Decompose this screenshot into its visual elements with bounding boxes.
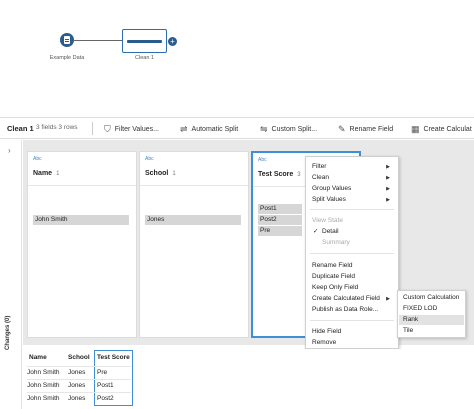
string-type-icon[interactable]: Abc	[258, 157, 267, 163]
add-step-button[interactable]: +	[168, 37, 177, 46]
menu-item-split-values[interactable]: Split Values ▶	[312, 195, 394, 205]
string-type-icon[interactable]: Abc	[145, 156, 154, 162]
field-name: Name 1	[33, 170, 60, 177]
expand-chevron-icon[interactable]: ›	[8, 146, 11, 155]
menu-item-duplicate-field[interactable]: Duplicate Field	[312, 272, 394, 282]
menu-separator	[310, 209, 394, 210]
value-bar[interactable]: John Smith	[33, 215, 129, 225]
value-bar[interactable]: Jones	[145, 215, 241, 225]
menu-separator	[310, 253, 394, 254]
step-toolbar: Clean 1 3 fields 3 rows ⛉ Filter Values.…	[0, 117, 474, 139]
value-bar[interactable]: Post1	[258, 204, 302, 214]
calculated-field-submenu: Custom Calculation FIXED LOD Rank Tile	[397, 290, 466, 338]
rename-icon: ✎	[338, 123, 346, 134]
menu-item-summary[interactable]: Summary	[312, 238, 394, 248]
submenu-item-custom-calculation[interactable]: Custom Calculation	[399, 293, 464, 303]
check-icon: ✓	[313, 228, 319, 235]
menu-item-create-calculated-field[interactable]: Create Calculated Field ▶	[312, 294, 394, 304]
submenu-arrow-icon: ▶	[386, 175, 390, 181]
menu-item-remove[interactable]: Remove	[312, 338, 394, 348]
grid-cell[interactable]: Post2	[97, 393, 114, 405]
automatic-split-label: Automatic Split	[191, 125, 239, 133]
toolbar-divider	[92, 122, 93, 135]
field-name: School 1	[145, 170, 176, 177]
menu-item-filter[interactable]: Filter ▶	[312, 162, 394, 172]
field-name: Test Score 3	[258, 171, 301, 178]
field-row-counts: 3 fields 3 rows	[36, 124, 78, 131]
rename-field-label: Rename Field	[349, 125, 394, 133]
card-divider	[140, 185, 248, 186]
menu-item-clean[interactable]: Clean ▶	[312, 173, 394, 183]
submenu-item-rank[interactable]: Rank	[399, 315, 464, 325]
grid-cell[interactable]: Post1	[97, 380, 114, 392]
grid-cell[interactable]: Jones	[68, 393, 85, 405]
menu-item-rename-field[interactable]: Rename Field	[312, 261, 394, 271]
grid-cell[interactable]: Pre	[97, 367, 107, 379]
filter-values-label: Filter Values...	[114, 125, 159, 133]
filter-icon: ⛉	[104, 123, 111, 134]
custom-split-label: Custom Split...	[271, 125, 318, 133]
grid-cell[interactable]: John Smith	[27, 380, 60, 392]
changes-label[interactable]: Changes (0)	[5, 316, 11, 350]
create-calculated-field-button[interactable]: ▦ Create Calculat	[411, 122, 472, 136]
automatic-split-button[interactable]: ⇌ Automatic Split	[180, 122, 238, 136]
data-grid: Name School Test Score John Smith Jones …	[23, 349, 474, 409]
string-type-icon[interactable]: Abc	[33, 156, 42, 162]
clean-node-label: Clean 1	[135, 55, 154, 61]
menu-item-group-values[interactable]: Group Values ▶	[312, 184, 394, 194]
submenu-arrow-icon: ▶	[386, 197, 390, 203]
grid-header-school[interactable]: School	[68, 354, 90, 361]
step-name: Clean 1	[7, 124, 34, 133]
menu-item-view-state: View State	[312, 217, 343, 224]
value-bar[interactable]: Post2	[258, 215, 302, 225]
calc-icon: ▦	[411, 123, 420, 134]
submenu-item-tile[interactable]: Tile	[399, 326, 464, 336]
clean-node[interactable]	[122, 29, 167, 53]
custom-split-button[interactable]: ⇋ Custom Split...	[260, 122, 317, 136]
value-bar[interactable]: Pre	[258, 226, 302, 236]
grid-header-name[interactable]: Name	[29, 354, 47, 361]
filter-values-button[interactable]: ⛉ Filter Values...	[104, 122, 159, 136]
submenu-arrow-icon: ▶	[386, 164, 390, 170]
field-context-menu: Filter ▶ Clean ▶ Group Values ▶ Split Value…	[305, 156, 399, 349]
grid-cell[interactable]: Jones	[68, 380, 85, 392]
profile-card-school[interactable]: Abc School 1 Jones	[139, 151, 249, 338]
flow-canvas[interactable]: Example Data Clean 1 +	[0, 0, 474, 110]
profile-card-name[interactable]: Abc Name 1 John Smith	[27, 151, 137, 338]
document-icon	[64, 36, 70, 44]
grid-cell[interactable]: John Smith	[27, 393, 60, 405]
menu-item-detail[interactable]: ✓ Detail	[312, 227, 394, 237]
menu-separator	[310, 320, 394, 321]
grid-cell[interactable]: Jones	[68, 367, 85, 379]
split-icon: ⇌	[180, 123, 188, 134]
submenu-item-fixed-lod[interactable]: FIXED LOD	[399, 304, 464, 314]
grid-header-test-score[interactable]: Test Score	[97, 354, 130, 361]
changes-panel-strip: › Changes (0)	[0, 140, 22, 409]
card-divider	[28, 185, 136, 186]
submenu-arrow-icon: ▶	[386, 296, 390, 302]
flow-connector	[74, 40, 122, 41]
clean-step-icon	[127, 40, 162, 43]
grid-cell[interactable]: John Smith	[27, 367, 60, 379]
menu-item-hide-field[interactable]: Hide Field	[312, 327, 394, 337]
input-node-label: Example Data	[49, 55, 85, 61]
menu-item-keep-only-field[interactable]: Keep Only Field	[312, 283, 394, 293]
submenu-arrow-icon: ▶	[386, 186, 390, 192]
create-calculated-label: Create Calculat	[423, 125, 472, 133]
rename-field-button[interactable]: ✎ Rename Field	[338, 122, 393, 136]
custom-split-icon: ⇋	[260, 123, 268, 134]
menu-item-publish-data-role[interactable]: Publish as Data Role...	[312, 305, 394, 315]
input-node[interactable]	[60, 33, 74, 47]
